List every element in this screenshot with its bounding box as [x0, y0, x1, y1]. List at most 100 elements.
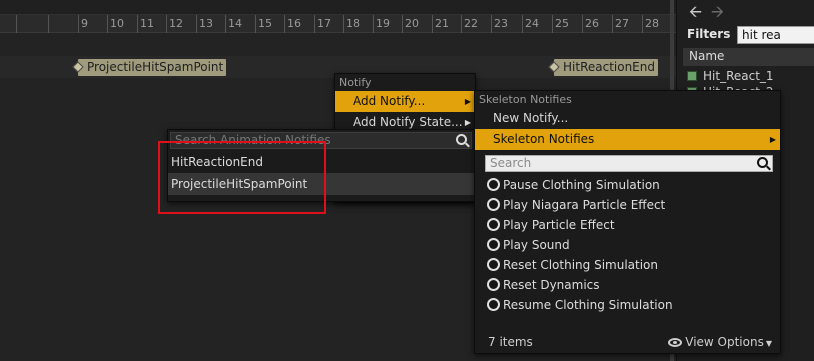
ruler-tick: 21	[432, 15, 449, 33]
skeleton-notifies-menu-item[interactable]: Skeleton Notifies ▶	[475, 129, 780, 150]
skeleton-menu-header: Skeleton Notifies	[479, 93, 572, 106]
notify-class-label: Reset Clothing Simulation	[503, 258, 658, 272]
notify-menu-header: Notify	[339, 76, 372, 89]
asset-name: Hit_React_1	[703, 69, 774, 83]
ruler-tick	[48, 15, 49, 33]
ruler-tick-label: 12	[169, 17, 183, 30]
notify-marker-projectile[interactable]: ProjectileHitSpamPoint	[72, 59, 227, 76]
skeleton-menu-footer: 7 items View Options ▼	[475, 331, 780, 353]
view-options-button[interactable]: View Options ▼	[668, 335, 772, 349]
ruler-tick-label: 28	[645, 17, 659, 30]
ruler-tick-label: 23	[494, 17, 508, 30]
notify-class-label: Play Particle Effect	[503, 218, 615, 232]
search-placeholder: Search	[490, 156, 532, 170]
ruler-tick-label: 16	[287, 17, 301, 30]
ruler-tick-label: 25	[555, 17, 569, 30]
radio-icon	[487, 238, 500, 251]
nav-bar: 🡨 🡪	[677, 0, 814, 22]
notify-class-item[interactable]: Play Particle Effect	[475, 215, 780, 235]
ruler-tick: 27	[612, 15, 629, 33]
ruler-tick-label: 18	[346, 17, 360, 30]
eye-icon	[668, 338, 683, 347]
notify-class-item[interactable]: Reset Clothing Simulation	[475, 255, 780, 275]
filters-dropdown[interactable]: Filters	[687, 27, 730, 41]
notify-class-item[interactable]: Play Sound	[475, 235, 780, 255]
ruler-tick-label: 20	[405, 17, 419, 30]
ruler-tick: 17	[314, 15, 331, 33]
ruler-tick: 20	[402, 15, 419, 33]
ruler-tick-label: 11	[140, 17, 154, 30]
ruler-tick-label: 22	[464, 17, 478, 30]
radio-icon	[487, 278, 500, 291]
item-count: 7 items	[488, 335, 533, 349]
add-notify-menu-item[interactable]: Add Notify... ▶	[335, 91, 475, 112]
name-column-header[interactable]: Name	[683, 48, 814, 66]
submenu-arrow-icon: ▶	[769, 135, 776, 144]
notify-class-item[interactable]: Reset Dynamics	[475, 275, 780, 295]
radio-icon	[487, 198, 500, 211]
ruler-tick: 15	[255, 15, 272, 33]
ruler-tick: 25	[552, 15, 569, 33]
new-notify-menu-item[interactable]: New Notify...	[475, 108, 780, 129]
notify-marker-label: HitReactionEnd	[563, 60, 655, 74]
radio-icon	[487, 178, 500, 191]
filters-row: Filters hit rea	[677, 24, 814, 46]
notify-class-label: Play Niagara Particle Effect	[503, 198, 666, 212]
menu-item-label: New Notify...	[493, 111, 569, 125]
dropdown-arrow-icon: ▼	[765, 339, 772, 348]
skeleton-search-input[interactable]: Search	[485, 155, 773, 172]
notify-class-item[interactable]: Resume Clothing Simulation	[475, 295, 780, 315]
ruler-tick-label: 17	[317, 17, 331, 30]
ruler-tick: 12	[166, 15, 183, 33]
menu-item-label: Skeleton Notifies	[493, 132, 595, 146]
notify-class-label: Resume Clothing Simulation	[503, 298, 673, 312]
ruler-tick: 11	[137, 15, 154, 33]
notify-class-item[interactable]: Pause Clothing Simulation	[475, 175, 780, 195]
timeline-ruler[interactable]: 9 10 11 12 13 14 15 16 17 18 19 20 21 22…	[0, 15, 676, 33]
ruler-tick: 18	[343, 15, 360, 33]
ruler-tick	[16, 15, 17, 33]
radio-icon	[487, 258, 500, 271]
ruler-tick-label: 21	[435, 17, 449, 30]
ruler-tick-label: 19	[376, 17, 390, 30]
ruler-tick: 13	[196, 15, 213, 33]
animation-asset-icon	[687, 71, 697, 81]
notify-marker-label: ProjectileHitSpamPoint	[87, 60, 224, 74]
notify-class-label: Reset Dynamics	[503, 278, 600, 292]
skeleton-notifies-menu: Skeleton Notifies New Notify... Skeleton…	[474, 90, 781, 354]
ruler-tick: 16	[284, 15, 301, 33]
radio-icon	[487, 218, 500, 231]
ruler-tick: 9	[78, 15, 88, 33]
ruler-tick: 22	[461, 15, 478, 33]
ruler-tick-label: 9	[81, 17, 88, 30]
ruler-tick-label: 10	[110, 17, 124, 30]
ruler-tick: 19	[373, 15, 390, 33]
notify-marker-hitreaction[interactable]: HitReactionEnd	[548, 59, 658, 76]
ruler-tick-label: 13	[199, 17, 213, 30]
ruler-tick: 26	[582, 15, 599, 33]
asset-search-input[interactable]: hit rea	[737, 26, 814, 44]
ruler-tick-label: 15	[258, 17, 272, 30]
ruler-tick: 23	[491, 15, 508, 33]
timeline-top-strip	[0, 0, 676, 15]
highlight-box	[158, 141, 326, 214]
ruler-tick-label: 26	[585, 17, 599, 30]
ruler-tick-label: 14	[228, 17, 242, 30]
ruler-tick: 10	[107, 15, 124, 33]
radio-icon	[487, 298, 500, 311]
notify-class-item[interactable]: Play Niagara Particle Effect	[475, 195, 780, 215]
ruler-tick-label: 27	[615, 17, 629, 30]
notify-class-label: Pause Clothing Simulation	[503, 178, 660, 192]
notify-class-label: Play Sound	[503, 238, 570, 252]
ruler-tick-label: 24	[525, 17, 539, 30]
submenu-arrow-icon: ▶	[464, 97, 471, 106]
search-icon	[757, 157, 768, 168]
asset-list-item[interactable]: Hit_React_1	[687, 69, 774, 85]
view-options-label: View Options	[685, 335, 764, 349]
search-icon	[456, 134, 467, 145]
animation-editor: 9 10 11 12 13 14 15 16 17 18 19 20 21 22…	[0, 0, 814, 361]
ruler-tick: 28	[642, 15, 659, 33]
menu-item-label: Add Notify...	[353, 94, 426, 108]
ruler-tick: 14	[225, 15, 242, 33]
ruler-tick: 24	[522, 15, 539, 33]
